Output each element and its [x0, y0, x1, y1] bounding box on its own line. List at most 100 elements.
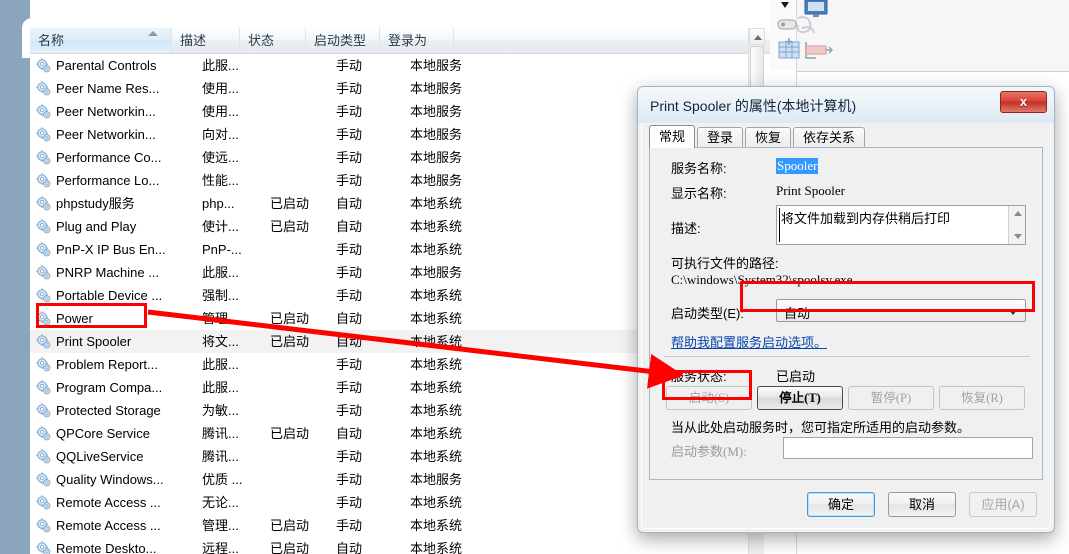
service-gear-icon: [36, 196, 51, 211]
dialog-title: Print Spooler 的属性(本地计算机): [650, 98, 857, 114]
cell-startup-type: 手动: [336, 288, 363, 303]
service-gear-icon: [36, 150, 51, 165]
service-gear-icon: [36, 81, 51, 96]
cell-status: [270, 54, 330, 77]
cell-description: 远程...: [202, 541, 239, 554]
dialog-tabs: 常规 登录 恢复 依存关系: [649, 125, 1043, 148]
cell-log-on-as: 本地系统: [410, 541, 463, 554]
cell-description: 腾讯...: [202, 449, 239, 464]
tab-3[interactable]: 依存关系: [793, 127, 866, 148]
mmc-window-background: [0, 0, 30, 554]
cell-startup-type: 手动: [336, 173, 363, 188]
column-header-status[interactable]: 状态: [240, 28, 306, 53]
cell-name: Parental Controls: [56, 58, 157, 73]
service-gear-icon: [36, 311, 51, 326]
cell-description: 使远...: [202, 150, 239, 165]
tab-2[interactable]: 恢复: [745, 127, 792, 148]
section-divider: [664, 356, 1030, 357]
cell-description: php...: [202, 196, 235, 211]
service-status-label: 服务状态:: [671, 369, 727, 384]
column-header-log-on-as[interactable]: 登录为: [380, 28, 454, 53]
cell-description: 优质 ...: [202, 472, 243, 487]
cell-status: [270, 353, 330, 376]
cell-name: Remote Access ...: [56, 518, 161, 533]
startup-parameters-input[interactable]: [783, 437, 1033, 459]
service-gear-icon: [36, 426, 51, 441]
cell-startup-type: 自动: [336, 196, 363, 211]
executable-path-value: C:\windows\System32\spoolsv.exe: [671, 272, 853, 287]
footer-button-2: 应用(A): [969, 492, 1037, 517]
startup-type-select[interactable]: 自动: [776, 299, 1026, 322]
dialog-title-bar[interactable]: Print Spooler 的属性(本地计算机) x: [638, 87, 1054, 123]
cell-description: 此服...: [202, 58, 239, 73]
column-header-startup-type[interactable]: 启动类型: [306, 28, 380, 53]
cell-status: 已启动: [270, 426, 310, 441]
cell-startup-type: 手动: [336, 472, 363, 487]
cell-name: PnP-X IP Bus En...: [56, 242, 166, 257]
tab-0[interactable]: 常规: [649, 125, 696, 148]
cell-log-on-as: 本地系统: [410, 426, 463, 441]
service-gear-icon: [36, 288, 51, 303]
column-header-description[interactable]: 描述: [172, 28, 240, 53]
service-gear-icon: [36, 380, 51, 395]
cell-log-on-as: 本地服务: [410, 472, 463, 487]
cell-startup-type: 手动: [336, 265, 363, 280]
service-name-value[interactable]: Spooler: [776, 158, 819, 174]
cell-startup-type: 手动: [336, 150, 363, 165]
close-button[interactable]: x: [1000, 91, 1047, 113]
sort-ascending-icon: [148, 31, 158, 36]
service-control-button-1[interactable]: 停止(T): [757, 386, 843, 410]
cell-description: 管理...: [202, 518, 239, 533]
cell-log-on-as: 本地系统: [410, 518, 463, 533]
cell-status: 已启动: [270, 518, 310, 533]
cell-log-on-as: 本地系统: [410, 380, 463, 395]
cell-description: PnP-...: [202, 242, 242, 257]
cell-name: Problem Report...: [56, 357, 158, 372]
table-row[interactable]: Remote Deskto... 远程... 已启动 自动 本地系统: [30, 537, 770, 554]
footer-button-0[interactable]: 确定: [807, 492, 875, 517]
cell-name: Portable Device ...: [56, 288, 163, 303]
scroll-down-icon[interactable]: [1014, 234, 1022, 239]
display-name-value[interactable]: Print Spooler: [776, 183, 845, 199]
service-name-label: 服务名称:: [671, 161, 727, 176]
cell-startup-type: 手动: [336, 104, 363, 119]
chevron-down-icon[interactable]: [1008, 309, 1018, 315]
service-gear-icon: [36, 265, 51, 280]
cell-description: 使用...: [202, 81, 239, 96]
cell-status: [270, 100, 330, 123]
description-label: 描述:: [671, 221, 701, 236]
cell-status: [270, 146, 330, 169]
scroll-up-icon[interactable]: [749, 28, 765, 45]
cell-status: [270, 238, 330, 261]
cell-startup-type: 手动: [336, 357, 363, 372]
cell-log-on-as: 本地服务: [410, 150, 463, 165]
description-scrollbar[interactable]: [1008, 206, 1025, 244]
table-row[interactable]: Parental Controls 此服... 手动 本地服务: [30, 54, 770, 77]
cell-status: [270, 491, 330, 514]
footer-button-1[interactable]: 取消: [888, 492, 956, 517]
service-gear-icon: [36, 127, 51, 142]
cell-log-on-as: 本地服务: [410, 265, 463, 280]
cell-name: Remote Deskto...: [56, 541, 157, 554]
service-gear-icon: [36, 449, 51, 464]
cell-description: 使用...: [202, 104, 239, 119]
cell-description: 性能...: [202, 173, 239, 188]
cell-name: Power: [56, 311, 93, 326]
scroll-up-icon[interactable]: [1014, 211, 1022, 216]
service-status-value: 已启动: [776, 369, 816, 384]
cell-name: Print Spooler: [56, 334, 132, 349]
tab-1[interactable]: 登录: [697, 127, 744, 148]
cell-name: PNRP Machine ...: [56, 265, 160, 280]
service-gear-icon: [36, 58, 51, 73]
cell-status: [270, 123, 330, 146]
column-header-name[interactable]: 名称: [30, 28, 172, 53]
service-gear-icon: [36, 472, 51, 487]
service-properties-dialog: Print Spooler 的属性(本地计算机) x 常规 登录 恢复 依存关系 服务…: [637, 86, 1055, 533]
executable-path-label: 可执行文件的路径:: [671, 256, 779, 271]
help-configure-startup-link[interactable]: 帮助我配置服务启动选项。: [671, 332, 827, 351]
service-gear-icon: [36, 173, 51, 188]
description-textarea[interactable]: 将文件加载到内存供稍后打印: [776, 205, 1026, 245]
cell-status: [270, 399, 330, 422]
service-gear-icon: [36, 403, 51, 418]
cell-startup-type: 手动: [336, 81, 363, 96]
